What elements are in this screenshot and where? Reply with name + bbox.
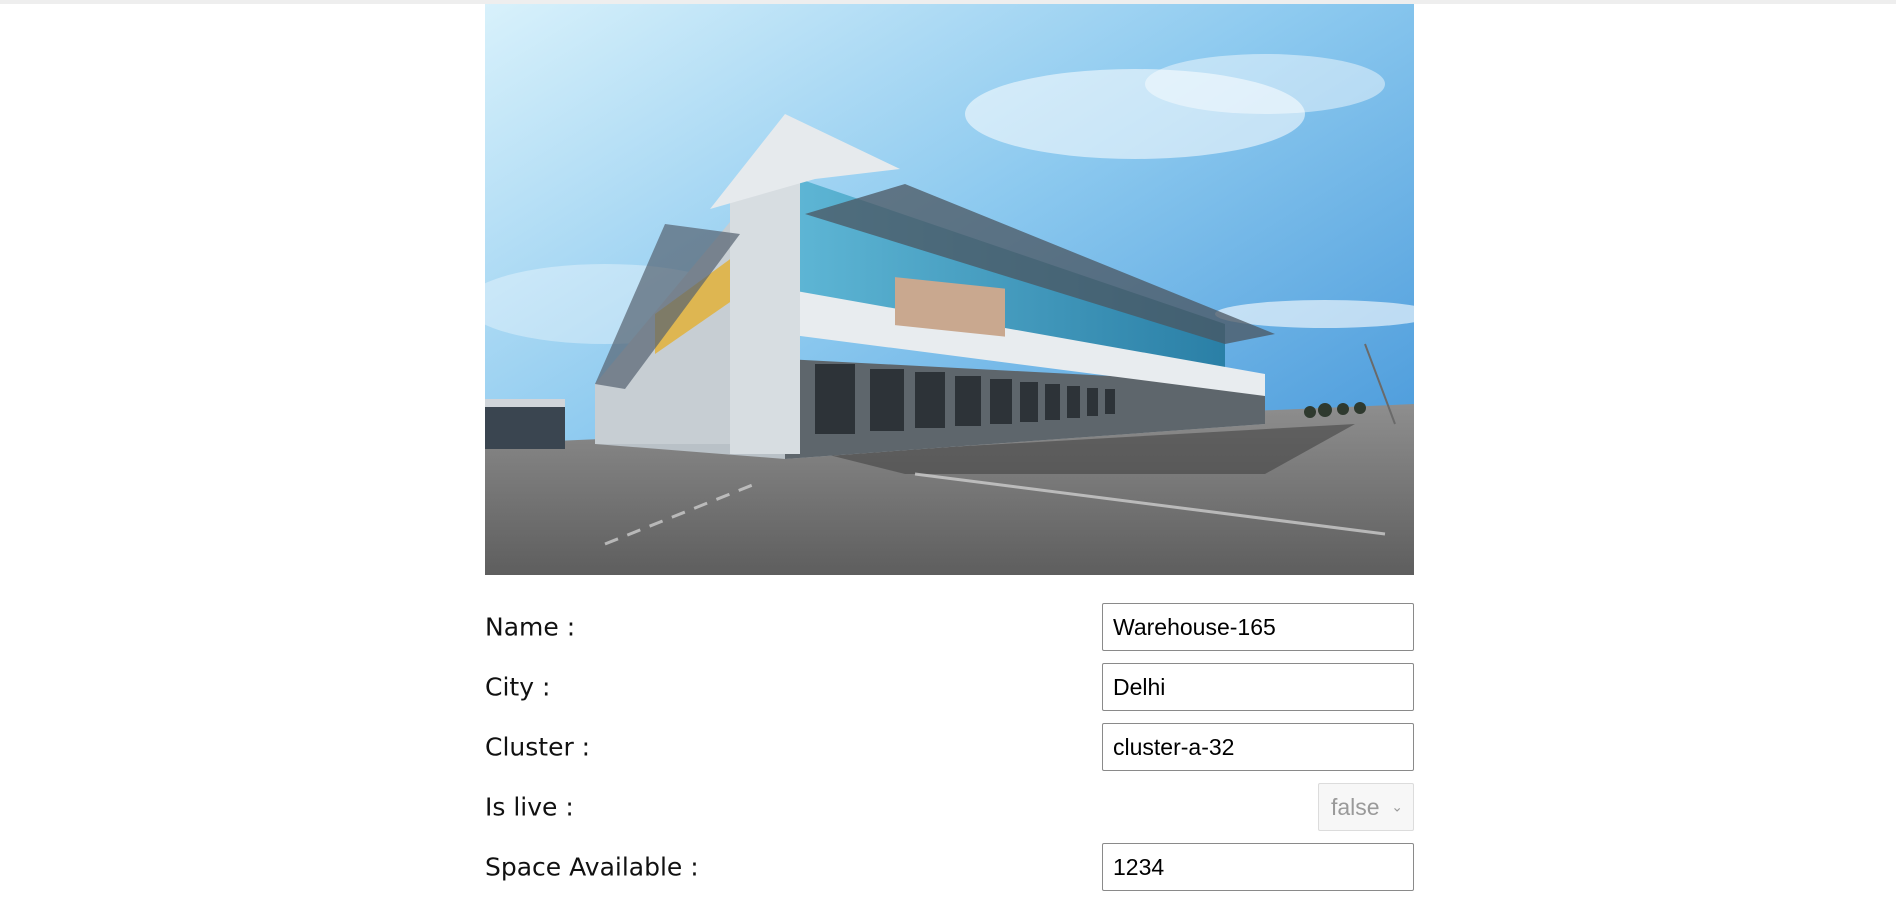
name-label: Name : — [485, 612, 576, 642]
space-available-row: Space Available : — [485, 837, 1414, 897]
city-label: City : — [485, 672, 551, 702]
is-live-select[interactable]: false ⌄ — [1318, 783, 1414, 831]
cluster-row: Cluster : — [485, 717, 1414, 777]
space-available-label: Space Available : — [485, 852, 699, 882]
is-live-row: Is live : false ⌄ — [485, 777, 1414, 837]
is-live-value: false — [1331, 793, 1380, 820]
cluster-input[interactable] — [1102, 723, 1414, 771]
name-row: Name : — [485, 597, 1414, 657]
name-input[interactable] — [1102, 603, 1414, 651]
city-row: City : — [485, 657, 1414, 717]
cluster-label: Cluster : — [485, 732, 591, 762]
space-available-input[interactable] — [1102, 843, 1414, 891]
warehouse-details: Name : City : Cluster : Is live : false … — [485, 4, 1414, 897]
is-live-label: Is live : — [485, 792, 574, 822]
warehouse-form: Name : City : Cluster : Is live : false … — [485, 597, 1414, 897]
chevron-down-icon: ⌄ — [1391, 798, 1403, 815]
warehouse-image — [485, 4, 1414, 575]
city-input[interactable] — [1102, 663, 1414, 711]
